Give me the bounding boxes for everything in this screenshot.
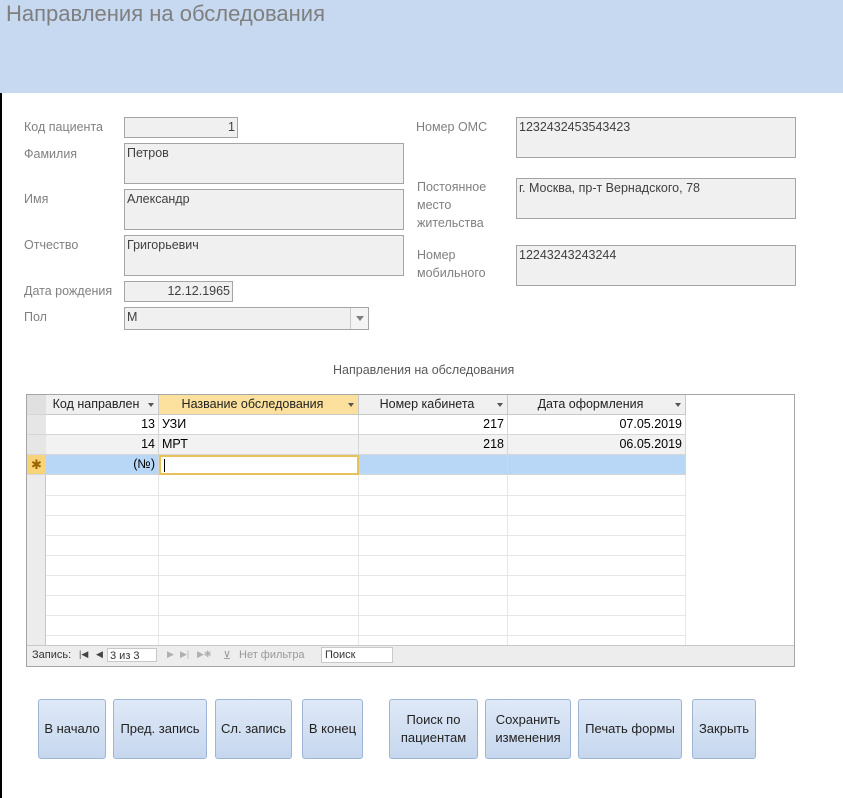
grid-line — [46, 515, 686, 516]
mobile-field[interactable]: 12243243243244 — [516, 245, 796, 286]
cell-room-new[interactable] — [359, 455, 508, 475]
oms-field[interactable]: 1232432453543423 — [516, 117, 796, 158]
record-navigation-bar: Запись: |◀ ◀ 3 из 3 ▶ ▶| ▶✱ ⊻ Нет фильтр… — [27, 645, 794, 666]
grid-line — [46, 595, 686, 596]
address-label-line3: жительства — [417, 216, 484, 230]
cell-room[interactable]: 217 — [359, 415, 508, 435]
mobile-label-line2: мобильного — [417, 266, 486, 280]
search-input[interactable]: Поиск — [321, 647, 393, 663]
first-name-field[interactable]: Александр — [124, 189, 404, 230]
select-all-corner[interactable] — [27, 395, 46, 415]
next-record-icon[interactable]: ▶ — [167, 649, 174, 660]
address-label-line2: место — [417, 198, 452, 212]
grid-line — [46, 495, 686, 496]
filter-status[interactable]: Нет фильтра — [239, 649, 305, 661]
dropdown-arrow-icon[interactable] — [148, 403, 154, 407]
save-changes-button[interactable]: Сохранить изменения — [485, 699, 571, 759]
birth-date-label: Дата рождения — [24, 284, 113, 298]
cell-date-new[interactable] — [508, 455, 686, 475]
cell-name[interactable]: УЗИ — [159, 415, 359, 435]
grid-vline — [358, 475, 359, 645]
patient-id-label: Код пациента — [24, 120, 103, 134]
column-header-id[interactable]: Код направлен — [46, 395, 159, 415]
grid-line — [46, 575, 686, 576]
cell-id[interactable]: 13 — [46, 415, 159, 435]
patient-id-field[interactable]: 1 — [124, 117, 238, 138]
form-header: Направления на обследования — [0, 0, 843, 93]
grid-line — [46, 635, 686, 636]
cell-id-new[interactable]: (№) — [46, 455, 159, 475]
column-header-name[interactable]: Название обследования — [159, 395, 359, 415]
gender-label: Пол — [24, 310, 47, 324]
gender-value: М — [127, 310, 138, 324]
search-patients-button[interactable]: Поиск по пациентам — [389, 699, 478, 759]
cell-date[interactable]: 06.05.2019 — [508, 435, 686, 455]
last-record-button[interactable]: В конец — [302, 699, 363, 759]
new-record-icon[interactable]: ✱ — [27, 455, 46, 475]
cell-name[interactable]: МРТ — [159, 435, 359, 455]
cell-name-new[interactable] — [159, 455, 359, 475]
grid-line — [46, 535, 686, 536]
record-selector[interactable] — [27, 415, 46, 435]
patronymic-label: Отчество — [24, 238, 79, 252]
last-name-label: Фамилия — [24, 147, 78, 161]
left-border — [0, 93, 2, 798]
close-button[interactable]: Закрыть — [692, 699, 756, 759]
cell-date[interactable]: 07.05.2019 — [508, 415, 686, 435]
chevron-down-icon[interactable] — [350, 308, 368, 329]
last-record-icon[interactable]: ▶| — [180, 649, 189, 660]
grid-line — [46, 555, 686, 556]
prev-record-button[interactable]: Пред. запись — [113, 699, 207, 759]
column-header-room[interactable]: Номер кабинета — [359, 395, 508, 415]
oms-label: Номер ОМС — [416, 120, 488, 134]
grid-vline — [507, 475, 508, 645]
referrals-datasheet[interactable]: Код направлен Название обследования Номе… — [26, 394, 795, 667]
grid-line — [46, 615, 686, 616]
new-record-nav-icon[interactable]: ▶✱ — [197, 649, 211, 660]
next-record-button[interactable]: Сл. запись — [215, 699, 292, 759]
dropdown-arrow-icon[interactable] — [497, 403, 503, 407]
last-name-field[interactable]: Петров — [124, 143, 404, 184]
text-cursor — [164, 459, 165, 472]
prev-record-icon[interactable]: ◀ — [96, 649, 103, 660]
first-name-label: Имя — [24, 192, 49, 206]
dropdown-arrow-icon[interactable] — [675, 403, 681, 407]
filter-icon: ⊻ — [223, 650, 232, 662]
patronymic-field[interactable]: Григорьевич — [124, 235, 404, 276]
cell-id[interactable]: 14 — [46, 435, 159, 455]
gender-combo[interactable]: М — [124, 307, 369, 330]
address-field[interactable]: г. Москва, пр-т Вернадского, 78 — [516, 178, 796, 219]
print-form-button[interactable]: Печать формы — [578, 699, 682, 759]
record-label: Запись: — [32, 649, 72, 661]
mobile-label-line1: Номер — [417, 248, 456, 262]
birth-date-field[interactable]: 12.12.1965 — [124, 281, 233, 302]
grid-vline — [158, 475, 159, 645]
address-label-line1: Постоянное — [417, 180, 487, 194]
column-header-date[interactable]: Дата оформления — [508, 395, 686, 415]
cell-room[interactable]: 218 — [359, 435, 508, 455]
subform-caption: Направления на обследования — [333, 363, 515, 377]
grid-vline — [685, 475, 686, 645]
form-title: Направления на обследования — [6, 1, 325, 26]
record-position-input[interactable]: 3 из 3 — [107, 648, 157, 662]
dropdown-arrow-icon[interactable] — [348, 403, 354, 407]
record-selector[interactable] — [27, 435, 46, 455]
first-record-icon[interactable]: |◀ — [79, 649, 88, 660]
first-record-button[interactable]: В начало — [38, 699, 106, 759]
